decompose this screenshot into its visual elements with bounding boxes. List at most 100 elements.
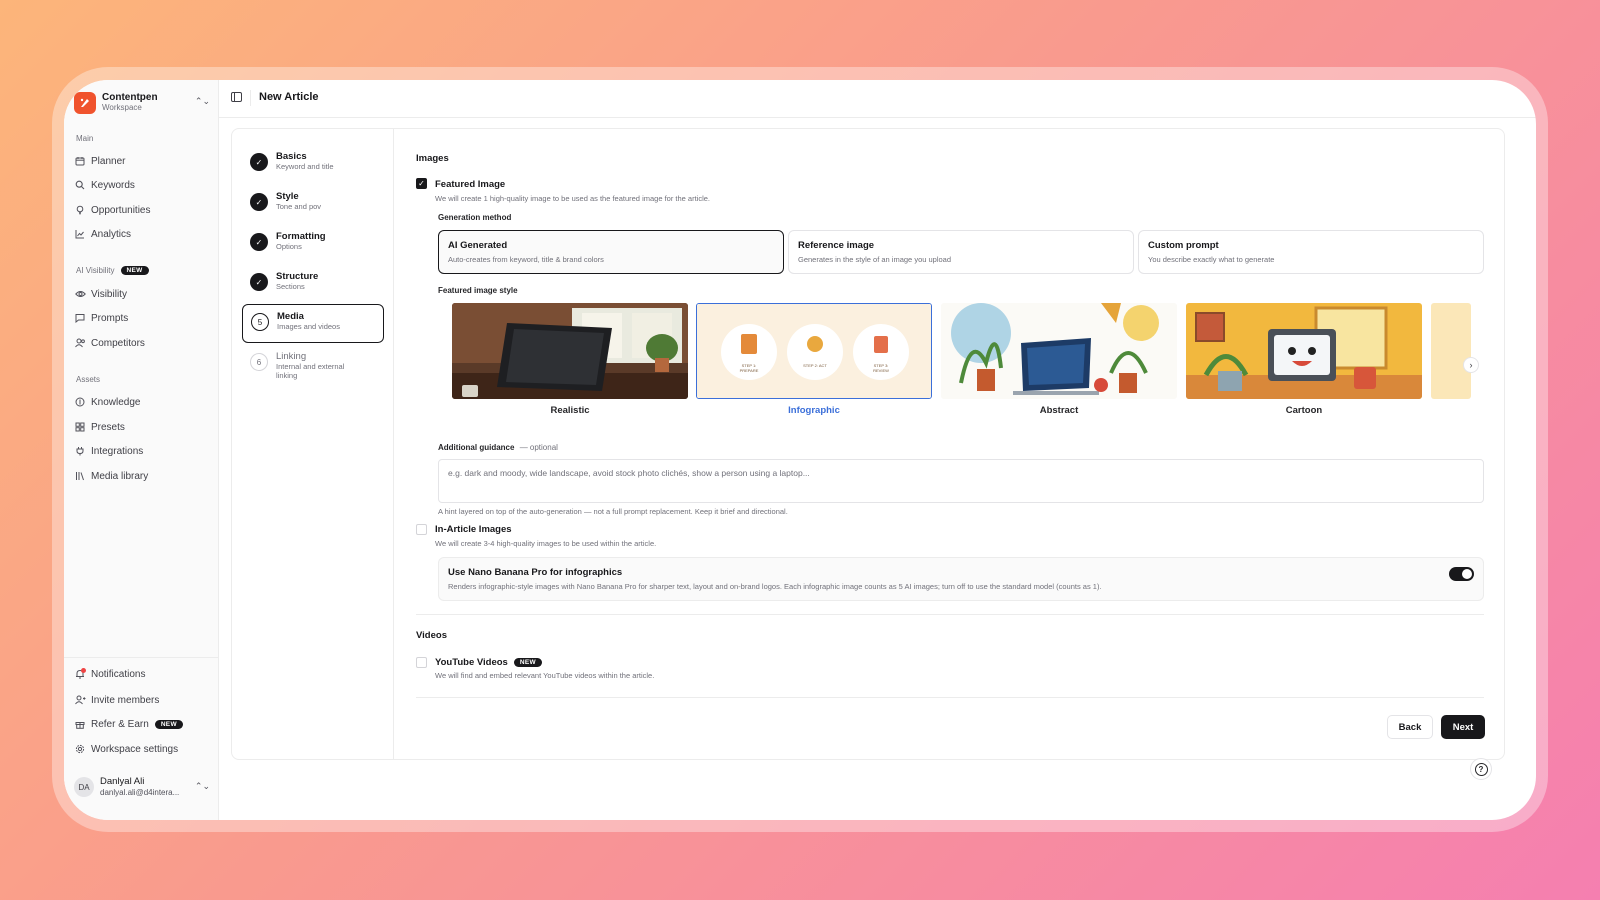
method-ai-generated[interactable]: AI Generated Auto-creates from keyword, … bbox=[438, 230, 784, 274]
step-subtitle: Options bbox=[276, 242, 302, 251]
step-subtitle: Tone and pov bbox=[276, 202, 322, 211]
sidebar-item-integrations[interactable]: Integrations bbox=[74, 441, 212, 461]
step-title: Media bbox=[277, 311, 304, 322]
header-divider bbox=[250, 90, 251, 106]
step-title: Linking bbox=[276, 351, 307, 362]
sidebar-item-workspace-settings[interactable]: Workspace settings bbox=[74, 739, 212, 759]
additional-guidance-input[interactable] bbox=[438, 459, 1484, 503]
message-icon bbox=[74, 312, 86, 324]
images-heading: Images bbox=[416, 153, 449, 164]
step-subtitle: Sections bbox=[276, 282, 305, 291]
help-icon: ? bbox=[1474, 762, 1488, 776]
method-custom-prompt[interactable]: Custom prompt You describe exactly what … bbox=[1138, 230, 1484, 274]
check-icon: ✓ bbox=[250, 273, 268, 291]
nano-desc: Renders infographic-style images with Na… bbox=[448, 582, 1102, 591]
sidebar-item-label: Opportunities bbox=[91, 204, 151, 216]
sidebar-item-knowledge[interactable]: Knowledge bbox=[74, 392, 212, 412]
step-formatting[interactable]: ✓ Formatting Options bbox=[242, 225, 384, 265]
method-reference-image[interactable]: Reference image Generates in the style o… bbox=[788, 230, 1134, 274]
featured-image-desc: We will create 1 high-quality image to b… bbox=[435, 194, 711, 203]
step-structure[interactable]: ✓ Structure Sections bbox=[242, 265, 384, 305]
sidebar-item-label: Visibility bbox=[91, 288, 127, 300]
sidebar-item-invite-members[interactable]: Invite members bbox=[74, 690, 212, 710]
step-number: 6 bbox=[250, 353, 268, 371]
optional-text: — optional bbox=[519, 443, 558, 452]
sidebar-item-keywords[interactable]: Keywords bbox=[74, 175, 212, 195]
sidebar-item-competitors[interactable]: Competitors bbox=[74, 333, 212, 353]
chevron-updown-icon: ⌃⌄ bbox=[194, 96, 210, 106]
wizard-steps: ✓ Basics Keyword and title ✓ Style Tone an… bbox=[232, 129, 394, 759]
youtube-videos-desc: We will find and embed relevant YouTube … bbox=[435, 671, 655, 680]
step-linking[interactable]: 6 Linking Internal and external linking bbox=[242, 345, 384, 395]
sidebar-item-label: Workspace settings bbox=[91, 743, 179, 755]
generation-method-label: Generation method bbox=[438, 213, 512, 222]
sidebar-item-visibility[interactable]: Visibility bbox=[74, 284, 212, 304]
help-button[interactable]: ? bbox=[1470, 758, 1492, 780]
featured-style-label: Featured image style bbox=[438, 286, 518, 295]
step-title: Basics bbox=[276, 151, 307, 162]
section-label-ai-visibility: AI Visibility NEW bbox=[76, 266, 149, 275]
style-cartoon[interactable]: Cartoon bbox=[1186, 303, 1422, 423]
infographic-step-3: STEP 3: REVIEW bbox=[873, 363, 889, 373]
featured-image-checkbox[interactable]: ✓ bbox=[416, 178, 427, 189]
step-basics[interactable]: ✓ Basics Keyword and title bbox=[242, 145, 384, 185]
sidebar-item-refer-earn[interactable]: Refer & Earn NEW bbox=[74, 714, 212, 734]
in-article-images-checkbox[interactable] bbox=[416, 524, 427, 535]
sidebar-item-label: Media library bbox=[91, 470, 149, 482]
method-desc: Generates in the style of an image you u… bbox=[798, 255, 952, 264]
toggle-sidebar-icon[interactable] bbox=[231, 92, 242, 102]
step-subtitle: Internal and external linking bbox=[276, 362, 345, 380]
bell-icon bbox=[74, 668, 86, 680]
sidebar-item-presets[interactable]: Presets bbox=[74, 417, 212, 437]
sidebar-item-media-library[interactable]: Media library bbox=[74, 466, 212, 486]
style-carousel: Realistic STEP 1: PREPARE STEP 2: ACT ST… bbox=[452, 303, 1472, 427]
grid-icon bbox=[74, 421, 86, 433]
workspace-switcher[interactable]: Contentpen Workspace ⌃⌄ bbox=[74, 90, 210, 116]
step-style[interactable]: ✓ Style Tone and pov bbox=[242, 185, 384, 225]
media-form: Images ✓ Featured Image We will create 1… bbox=[394, 129, 1504, 759]
cartoon-thumbnail bbox=[1186, 303, 1422, 399]
sidebar-item-label: Planner bbox=[91, 155, 126, 167]
step-number: 5 bbox=[251, 313, 269, 331]
nano-banana-option: Use Nano Banana Pro for infographics Ren… bbox=[438, 557, 1484, 601]
youtube-videos-title-row: YouTube Videos NEW bbox=[435, 657, 542, 668]
youtube-videos-checkbox[interactable] bbox=[416, 657, 427, 668]
next-button[interactable]: Next bbox=[1441, 715, 1485, 739]
calendar-icon bbox=[74, 155, 86, 167]
sidebar-item-label: Presets bbox=[91, 421, 125, 433]
step-title: Formatting bbox=[276, 231, 326, 242]
new-badge: NEW bbox=[120, 266, 149, 275]
youtube-videos-title: YouTube Videos bbox=[435, 657, 508, 668]
back-button[interactable]: Back bbox=[1387, 715, 1433, 739]
sidebar-item-prompts[interactable]: Prompts bbox=[74, 308, 212, 328]
section-label-assets: Assets bbox=[76, 375, 101, 384]
sidebar-item-label: Notifications bbox=[91, 668, 146, 680]
sidebar-item-notifications[interactable]: Notifications bbox=[74, 664, 212, 684]
avatar: DA bbox=[74, 777, 94, 797]
carousel-next-button[interactable]: › bbox=[1463, 357, 1479, 373]
workspace-sub: Workspace bbox=[102, 103, 142, 112]
library-icon bbox=[74, 470, 86, 482]
user-menu[interactable]: DA Danlyal Ali danlyal.ali@d4intera... ⌃… bbox=[74, 772, 210, 802]
sidebar-divider bbox=[64, 657, 219, 658]
additional-guidance-label: Additional guidance — optional bbox=[438, 443, 558, 452]
sidebar-item-planner[interactable]: Planner bbox=[74, 151, 212, 171]
sidebar-item-label: Competitors bbox=[91, 337, 145, 349]
style-abstract[interactable]: Abstract bbox=[941, 303, 1177, 423]
style-infographic[interactable]: STEP 1: PREPARE STEP 2: ACT STEP 3: REVI… bbox=[696, 303, 932, 423]
plug-icon bbox=[74, 445, 86, 457]
footer-divider bbox=[416, 697, 1484, 698]
top-header: New Article bbox=[219, 80, 1536, 118]
partial-thumbnail bbox=[1431, 303, 1471, 399]
guidance-label-text: Additional guidance bbox=[438, 443, 515, 452]
style-realistic[interactable]: Realistic bbox=[452, 303, 688, 423]
sidebar: Contentpen Workspace ⌃⌄ Main Planner Key… bbox=[64, 80, 219, 820]
step-media[interactable]: 5 Media Images and videos bbox=[242, 304, 384, 343]
nano-banana-toggle[interactable] bbox=[1449, 567, 1474, 581]
guidance-hint: A hint layered on top of the auto-genera… bbox=[438, 507, 788, 516]
style-label: Abstract bbox=[1039, 405, 1079, 416]
sidebar-item-analytics[interactable]: Analytics bbox=[74, 224, 212, 244]
users-icon bbox=[74, 337, 86, 349]
sidebar-item-opportunities[interactable]: Opportunities bbox=[74, 200, 212, 220]
in-article-images-title: In-Article Images bbox=[435, 524, 512, 535]
